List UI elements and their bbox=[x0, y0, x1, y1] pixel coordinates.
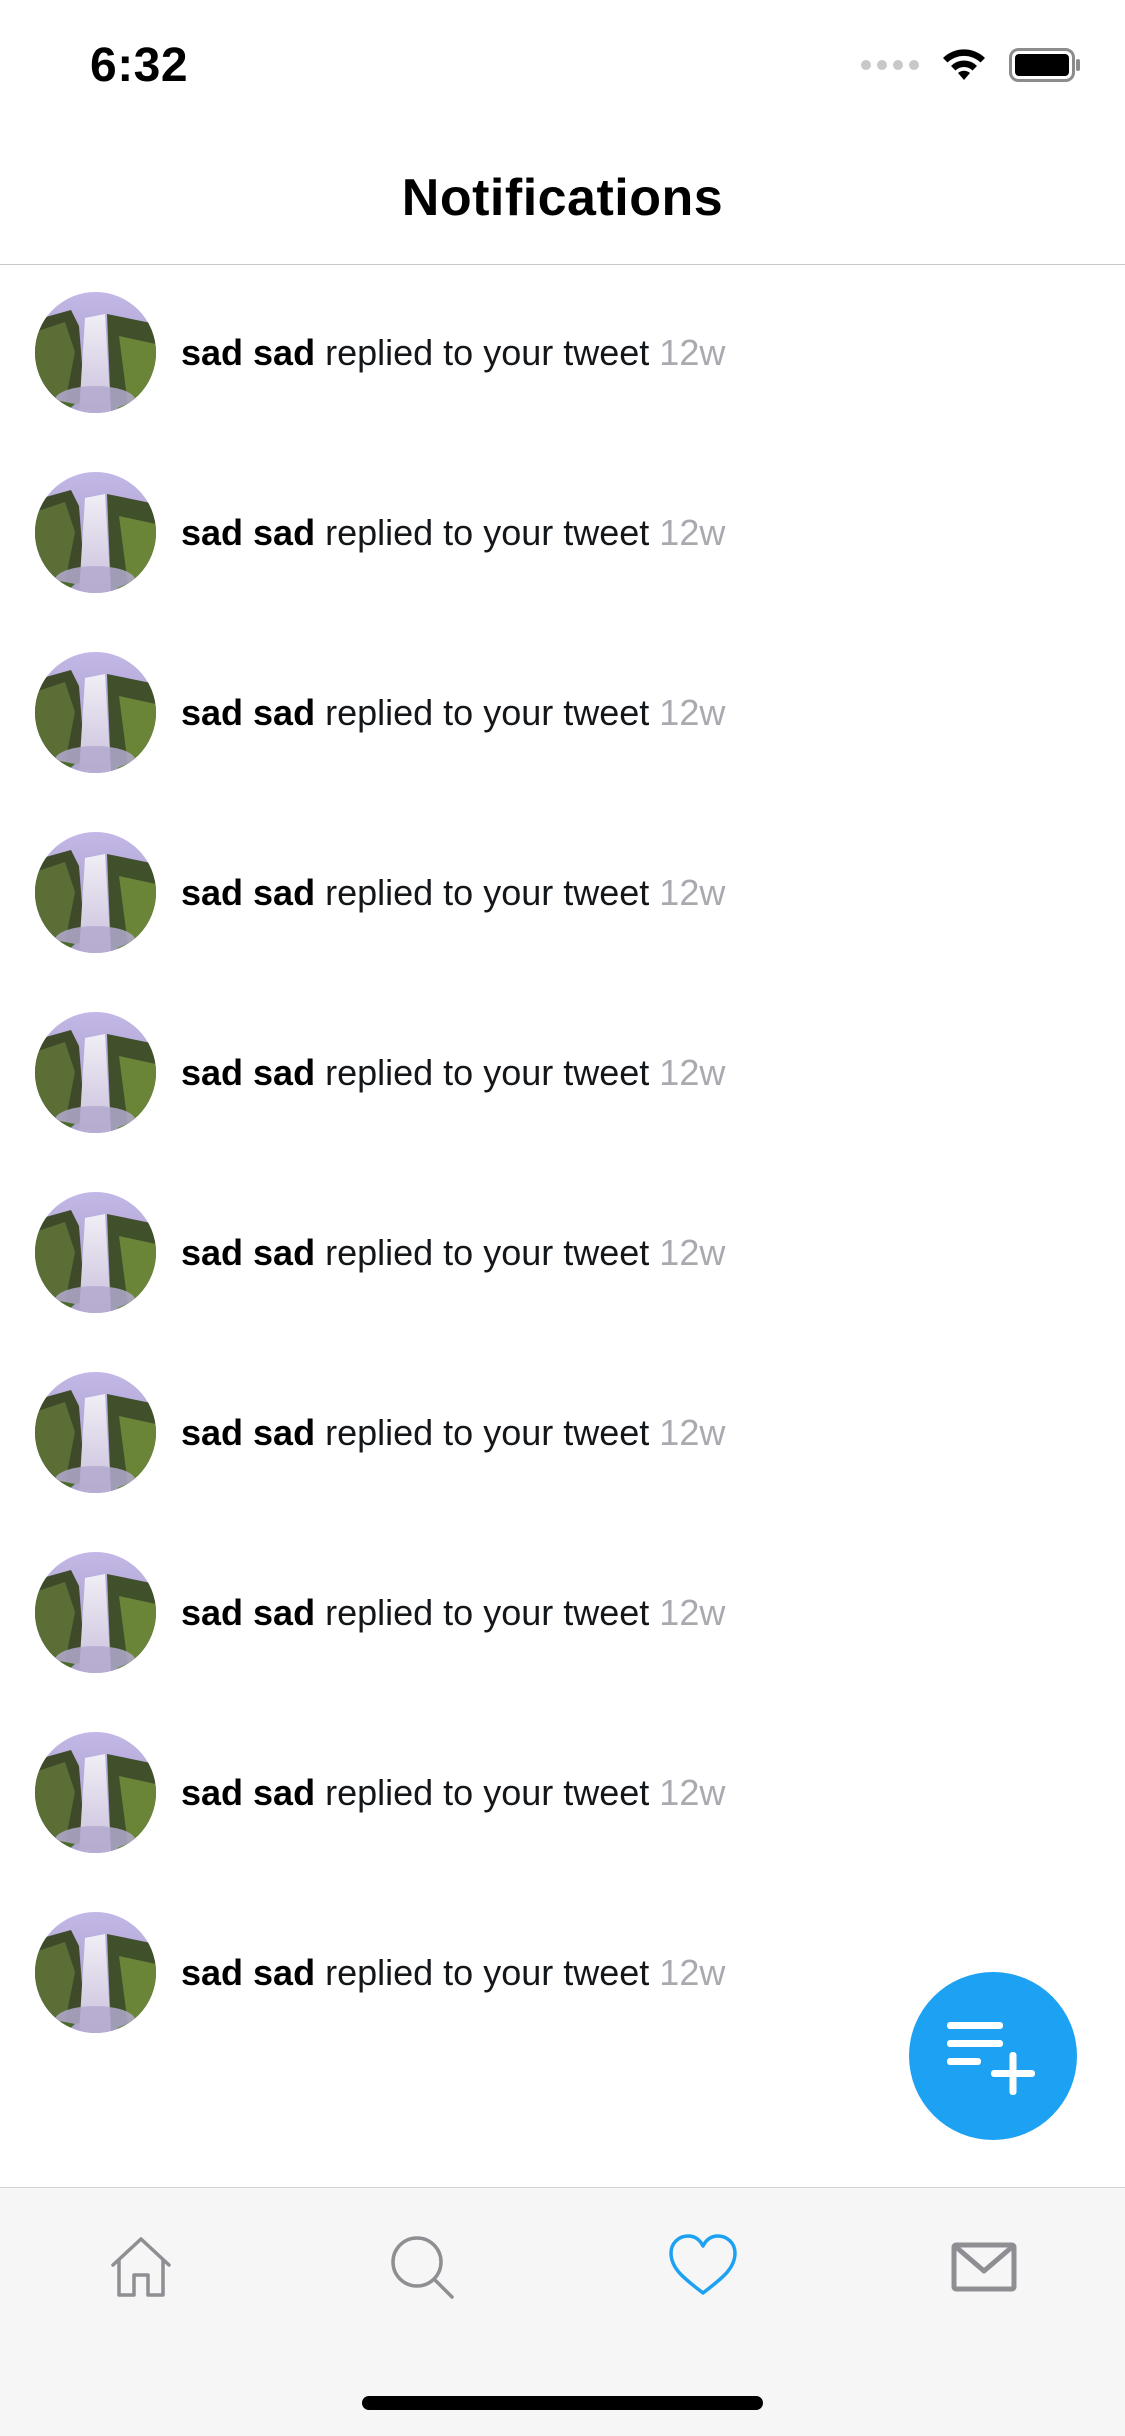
waterfall-photo-icon bbox=[35, 292, 156, 413]
notification-text: sad sad replied to your tweet 12w bbox=[181, 865, 725, 921]
notification-row[interactable]: sad sad replied to your tweet 12w bbox=[0, 1705, 1125, 1885]
notification-timestamp: 12w bbox=[659, 1772, 726, 1813]
avatar[interactable] bbox=[35, 292, 156, 413]
notification-action: replied to your tweet bbox=[325, 1232, 650, 1273]
notification-timestamp: 12w bbox=[659, 332, 726, 373]
waterfall-photo-icon bbox=[35, 652, 156, 773]
status-bar: 6:32 bbox=[0, 0, 1125, 132]
notification-timestamp: 12w bbox=[659, 1412, 726, 1453]
notification-username[interactable]: sad sad bbox=[181, 1232, 315, 1273]
waterfall-photo-icon bbox=[35, 1192, 156, 1313]
notification-list[interactable]: sad sad replied to your tweet 12w sad sa… bbox=[0, 265, 1125, 2065]
cellular-signal-icon bbox=[861, 60, 919, 70]
waterfall-photo-icon bbox=[35, 1012, 156, 1133]
tab-search[interactable] bbox=[362, 2212, 482, 2322]
avatar[interactable] bbox=[35, 1552, 156, 1673]
notification-timestamp: 12w bbox=[659, 1592, 726, 1633]
avatar[interactable] bbox=[35, 1912, 156, 2033]
mail-icon bbox=[951, 2242, 1017, 2292]
notification-username[interactable]: sad sad bbox=[181, 1052, 315, 1093]
notification-row[interactable]: sad sad replied to your tweet 12w bbox=[0, 805, 1125, 985]
notification-text: sad sad replied to your tweet 12w bbox=[181, 685, 725, 741]
heart-icon bbox=[669, 2234, 737, 2295]
notification-action: replied to your tweet bbox=[325, 1592, 650, 1633]
notification-action: replied to your tweet bbox=[325, 332, 650, 373]
compose-list-add-icon bbox=[947, 2022, 1035, 2095]
home-indicator bbox=[362, 2396, 763, 2410]
notification-timestamp: 12w bbox=[659, 512, 726, 553]
notification-row[interactable]: sad sad replied to your tweet 12w bbox=[0, 625, 1125, 805]
battery-icon bbox=[1009, 48, 1080, 82]
avatar[interactable] bbox=[35, 1012, 156, 1133]
wifi-icon bbox=[943, 49, 985, 80]
search-icon bbox=[391, 2236, 454, 2299]
notification-text: sad sad replied to your tweet 12w bbox=[181, 1765, 725, 1821]
tab-home[interactable] bbox=[81, 2212, 201, 2322]
notification-timestamp: 12w bbox=[659, 1952, 726, 1993]
compose-button[interactable] bbox=[909, 1972, 1077, 2140]
waterfall-photo-icon bbox=[35, 1732, 156, 1853]
notification-text: sad sad replied to your tweet 12w bbox=[181, 1225, 725, 1281]
tab-messages[interactable] bbox=[924, 2212, 1044, 2322]
page-title: Notifications bbox=[401, 169, 724, 227]
waterfall-photo-icon bbox=[35, 1372, 156, 1493]
waterfall-photo-icon bbox=[35, 1552, 156, 1673]
avatar[interactable] bbox=[35, 652, 156, 773]
notification-text: sad sad replied to your tweet 12w bbox=[181, 1585, 725, 1641]
notification-action: replied to your tweet bbox=[325, 872, 650, 913]
notification-username[interactable]: sad sad bbox=[181, 1952, 315, 1993]
notification-username[interactable]: sad sad bbox=[181, 332, 315, 373]
notification-row[interactable]: sad sad replied to your tweet 12w bbox=[0, 1165, 1125, 1345]
notification-text: sad sad replied to your tweet 12w bbox=[181, 1945, 725, 2001]
avatar[interactable] bbox=[35, 1372, 156, 1493]
notification-row[interactable]: sad sad replied to your tweet 12w bbox=[0, 985, 1125, 1165]
notification-row[interactable]: sad sad replied to your tweet 12w bbox=[0, 1345, 1125, 1525]
status-icons bbox=[861, 48, 1081, 82]
waterfall-photo-icon bbox=[35, 832, 156, 953]
notification-username[interactable]: sad sad bbox=[181, 1772, 315, 1813]
notification-timestamp: 12w bbox=[659, 1232, 726, 1273]
notification-action: replied to your tweet bbox=[325, 1772, 650, 1813]
app-screen: 6:32 Notifications sad sad replied to yo… bbox=[0, 0, 1125, 2436]
notification-text: sad sad replied to your tweet 12w bbox=[181, 1405, 725, 1461]
notification-timestamp: 12w bbox=[659, 1052, 726, 1093]
notification-username[interactable]: sad sad bbox=[181, 512, 315, 553]
notification-text: sad sad replied to your tweet 12w bbox=[181, 1045, 725, 1101]
avatar[interactable] bbox=[35, 1192, 156, 1313]
notification-row[interactable]: sad sad replied to your tweet 12w bbox=[0, 445, 1125, 625]
notification-timestamp: 12w bbox=[659, 692, 726, 733]
waterfall-photo-icon bbox=[35, 1912, 156, 2033]
tab-notifications[interactable] bbox=[643, 2212, 763, 2322]
notification-text: sad sad replied to your tweet 12w bbox=[181, 505, 725, 561]
notification-action: replied to your tweet bbox=[325, 1952, 650, 1993]
navigation-header: Notifications bbox=[0, 132, 1125, 265]
status-time: 6:32 bbox=[90, 39, 189, 92]
waterfall-photo-icon bbox=[35, 472, 156, 593]
notification-action: replied to your tweet bbox=[325, 1052, 650, 1093]
avatar[interactable] bbox=[35, 832, 156, 953]
avatar[interactable] bbox=[35, 472, 156, 593]
home-icon bbox=[111, 2237, 171, 2297]
notification-timestamp: 12w bbox=[659, 872, 726, 913]
notification-username[interactable]: sad sad bbox=[181, 692, 315, 733]
notification-row[interactable]: sad sad replied to your tweet 12w bbox=[0, 1525, 1125, 1705]
notification-row[interactable]: sad sad replied to your tweet 12w bbox=[0, 265, 1125, 445]
notification-action: replied to your tweet bbox=[325, 512, 650, 553]
notification-username[interactable]: sad sad bbox=[181, 1412, 315, 1453]
notification-action: replied to your tweet bbox=[325, 692, 650, 733]
avatar[interactable] bbox=[35, 1732, 156, 1853]
notification-username[interactable]: sad sad bbox=[181, 1592, 315, 1633]
notification-username[interactable]: sad sad bbox=[181, 872, 315, 913]
notification-text: sad sad replied to your tweet 12w bbox=[181, 325, 725, 381]
notification-action: replied to your tweet bbox=[325, 1412, 650, 1453]
